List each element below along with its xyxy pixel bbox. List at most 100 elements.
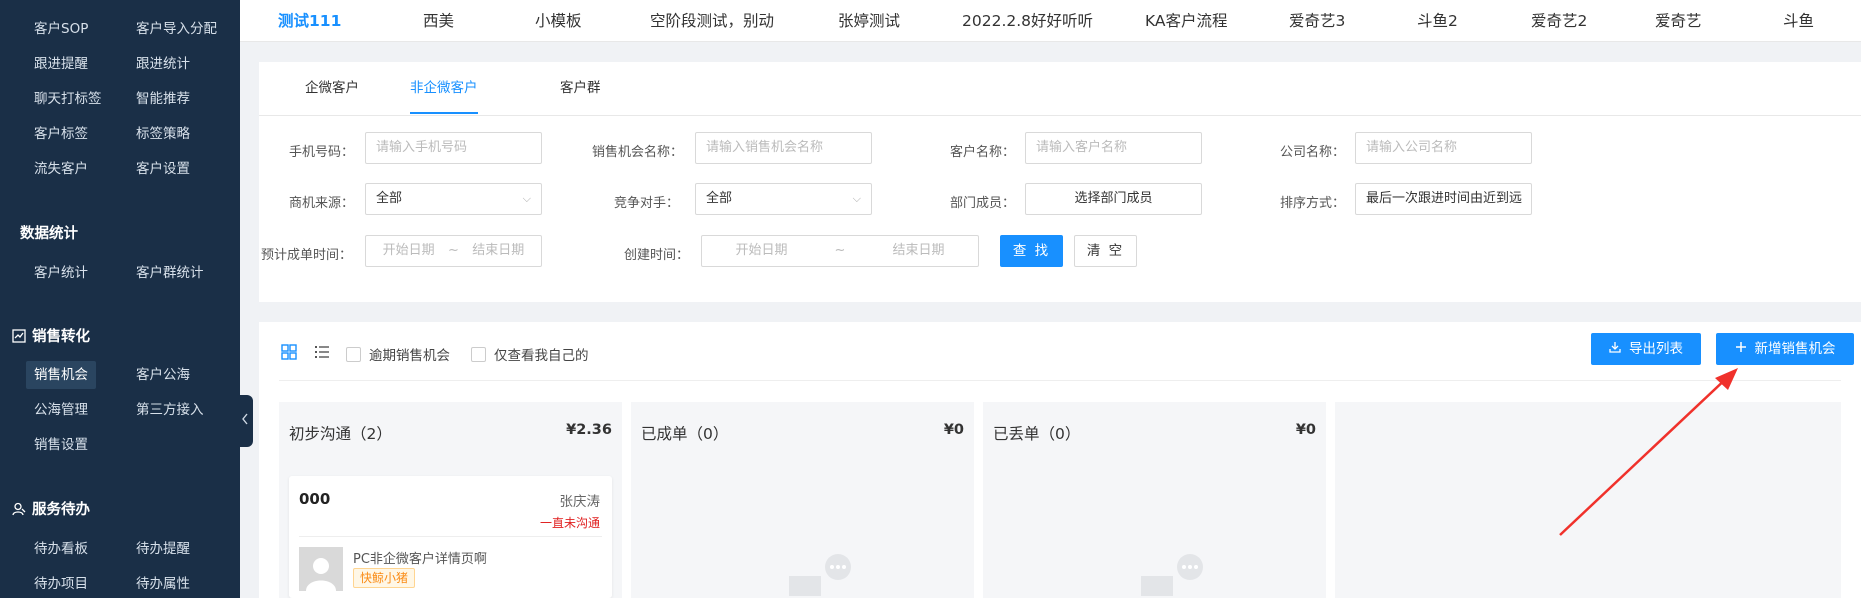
sidebar-group-sales: 销售转化 [12, 325, 90, 346]
company-name-input[interactable]: 请输入公司名称 [1355, 132, 1532, 164]
mine-only-filter[interactable]: 仅查看我自己的 [471, 344, 589, 364]
sidebar-item-tag-strategy[interactable]: 标签策略 [128, 120, 198, 148]
sidebar-group-label: 销售转化 [32, 329, 90, 345]
sidebar-item-lost-customers[interactable]: 流失客户 [26, 155, 96, 183]
phone-input[interactable]: 请输入手机号码 [365, 132, 542, 164]
tab-customer-groups[interactable]: 客户群 [560, 80, 601, 114]
card-tag: 快鲸小猪 [353, 568, 416, 588]
sidebar-group-service: 服务待办 [12, 498, 90, 519]
end-date-placeholder: 结束日期 [472, 243, 525, 258]
top-tab[interactable]: 测试111 [278, 0, 341, 42]
sort-select-value: 最后一次跟进时间由近到远 [1366, 191, 1523, 206]
range-separator: ~ [448, 243, 459, 258]
top-tab[interactable]: 西美 [423, 0, 454, 42]
opportunity-card[interactable]: 000 张庆涛 一直未沟通 PC非企微客户详情页啊 快鲸小猪 [289, 476, 612, 598]
sidebar-item-todo-reminder[interactable]: 待办提醒 [128, 535, 198, 563]
source-select-value: 全部 [376, 191, 403, 206]
end-date-placeholder: 结束日期 [892, 243, 945, 258]
start-date-placeholder: 开始日期 [382, 243, 435, 258]
opportunity-board: 逾期销售机会 仅查看我自己的 导出列表 新增销售机会 初步沟通（2） ¥2.36… [259, 322, 1861, 598]
list-view-icon[interactable] [314, 344, 330, 360]
filter-panel: 企微客户 非企微客户 客户群 手机号码： 请输入手机号码 销售机会名称： 请输入… [259, 62, 1861, 302]
sidebar-item-sales-settings[interactable]: 销售设置 [26, 431, 96, 459]
top-tab[interactable]: 2022.2.8好好听听 [962, 0, 1093, 42]
sidebar-item-smart-recommend[interactable]: 智能推荐 [128, 85, 198, 113]
customer-name-input[interactable]: 请输入客户名称 [1025, 132, 1202, 164]
person-icon [12, 502, 26, 516]
sort-select[interactable]: 最后一次跟进时间由近到远 ⌵ [1355, 183, 1532, 215]
top-tab[interactable]: 小模板 [535, 0, 582, 42]
toolbar-divider [279, 380, 1841, 381]
sidebar-item-customer-tags[interactable]: 客户标签 [26, 120, 96, 148]
source-select[interactable]: 全部 ⌵ [365, 183, 542, 215]
plus-icon [1735, 333, 1747, 365]
sidebar-item-todo-board[interactable]: 待办看板 [26, 535, 96, 563]
column-amount: ¥2.36 [566, 422, 612, 438]
search-button[interactable]: 查 找 [1000, 235, 1063, 267]
overdue-filter[interactable]: 逾期销售机会 [346, 344, 450, 364]
column-title: 已丢单（0） [993, 425, 1081, 443]
top-tab[interactable]: 斗鱼2 [1417, 0, 1458, 42]
sidebar-group-label: 数据统计 [20, 226, 78, 242]
top-tab[interactable]: 爱奇艺 [1655, 0, 1702, 42]
empty-state-icon [789, 554, 851, 596]
competitor-select[interactable]: 全部 ⌵ [695, 183, 872, 215]
sidebar-item-group-stats[interactable]: 客户群统计 [128, 259, 212, 287]
overdue-checkbox[interactable] [346, 346, 361, 362]
stage-column-won: 已成单（0） ¥0 [631, 402, 974, 598]
competitor-select-value: 全部 [706, 191, 733, 206]
sort-label: 排序方式： [1280, 196, 1346, 211]
grid-view-icon[interactable] [281, 344, 297, 360]
sidebar-collapse-button[interactable] [237, 395, 253, 447]
chart-box-icon [12, 328, 26, 343]
created-time-label: 创建时间： [624, 248, 690, 263]
stage-column-lost: 已丢单（0） ¥0 [983, 402, 1326, 598]
created-date-range[interactable]: 开始日期 ~ 结束日期 [701, 235, 979, 267]
sidebar-item-followup-reminder[interactable]: 跟进提醒 [26, 50, 96, 78]
sidebar-item-pool-management[interactable]: 公海管理 [26, 396, 96, 424]
expected-close-date-range[interactable]: 开始日期 ~ 结束日期 [365, 235, 542, 267]
mine-only-checkbox[interactable] [471, 346, 486, 362]
top-tab[interactable]: 爱奇艺2 [1531, 0, 1587, 42]
sidebar-group-label: 服务待办 [32, 502, 90, 518]
empty-state-icon [1141, 554, 1203, 596]
overdue-label: 逾期销售机会 [369, 348, 450, 364]
card-title: 000 [299, 490, 331, 508]
sidebar-group-data-stats: 数据统计 [20, 222, 78, 243]
top-tab[interactable]: 爱奇艺3 [1289, 0, 1345, 42]
sidebar-item-customer-sop[interactable]: 客户SOP [26, 15, 96, 43]
sidebar-item-customer-pool[interactable]: 客户公海 [128, 361, 198, 389]
top-tab[interactable]: 斗鱼 [1783, 0, 1814, 42]
export-list-button[interactable]: 导出列表 [1591, 333, 1701, 365]
add-sales-opportunity-label: 新增销售机会 [1754, 341, 1836, 357]
clear-button[interactable]: 清 空 [1074, 235, 1137, 267]
top-tab[interactable]: KA客户流程 [1145, 0, 1228, 42]
sidebar-item-third-party[interactable]: 第三方接入 [128, 396, 212, 424]
download-icon [1609, 333, 1621, 365]
sidebar-item-customer-import[interactable]: 客户导入分配 [128, 15, 225, 43]
tab-non-wecom-customers[interactable]: 非企微客户 [410, 80, 478, 114]
mine-only-label: 仅查看我自己的 [494, 348, 589, 364]
chevron-left-icon [241, 413, 249, 429]
sidebar-item-sales-opportunity[interactable]: 销售机会 [26, 361, 96, 389]
add-sales-opportunity-button[interactable]: 新增销售机会 [1716, 333, 1854, 365]
sidebar-item-chat-tagging[interactable]: 聊天打标签 [26, 85, 110, 113]
sidebar-item-customer-settings[interactable]: 客户设置 [128, 155, 198, 183]
select-dept-member-button[interactable]: 选择部门成员 [1025, 183, 1202, 215]
sidebar-item-customer-stats[interactable]: 客户统计 [26, 259, 96, 287]
stage-column-initial: 初步沟通（2） ¥2.36 000 张庆涛 一直未沟通 PC非企微客户详情页啊 … [279, 402, 622, 598]
sidebar-item-todo-attributes[interactable]: 待办属性 [128, 570, 198, 598]
tab-divider [259, 115, 1861, 116]
chevron-down-icon: ⌵ [522, 192, 531, 205]
tab-wecom-customers[interactable]: 企微客户 [305, 80, 359, 114]
opportunity-name-input[interactable]: 请输入销售机会名称 [695, 132, 872, 164]
chevron-down-icon: ⌵ [852, 192, 861, 205]
sidebar-item-followup-stats[interactable]: 跟进统计 [128, 50, 198, 78]
competitor-label: 竞争对手： [614, 196, 680, 211]
top-tab[interactable]: 空阶段测试，别动 [650, 0, 774, 42]
sidebar-item-todo-projects[interactable]: 待办项目 [26, 570, 96, 598]
top-tab[interactable]: 张婷测试 [838, 0, 900, 42]
column-title: 初步沟通（2） [289, 425, 392, 443]
card-status: 一直未沟通 [539, 516, 600, 530]
process-tabs-bar: 测试111 西美 小模板 空阶段测试，别动 张婷测试 2022.2.8好好听听 … [240, 0, 1861, 42]
